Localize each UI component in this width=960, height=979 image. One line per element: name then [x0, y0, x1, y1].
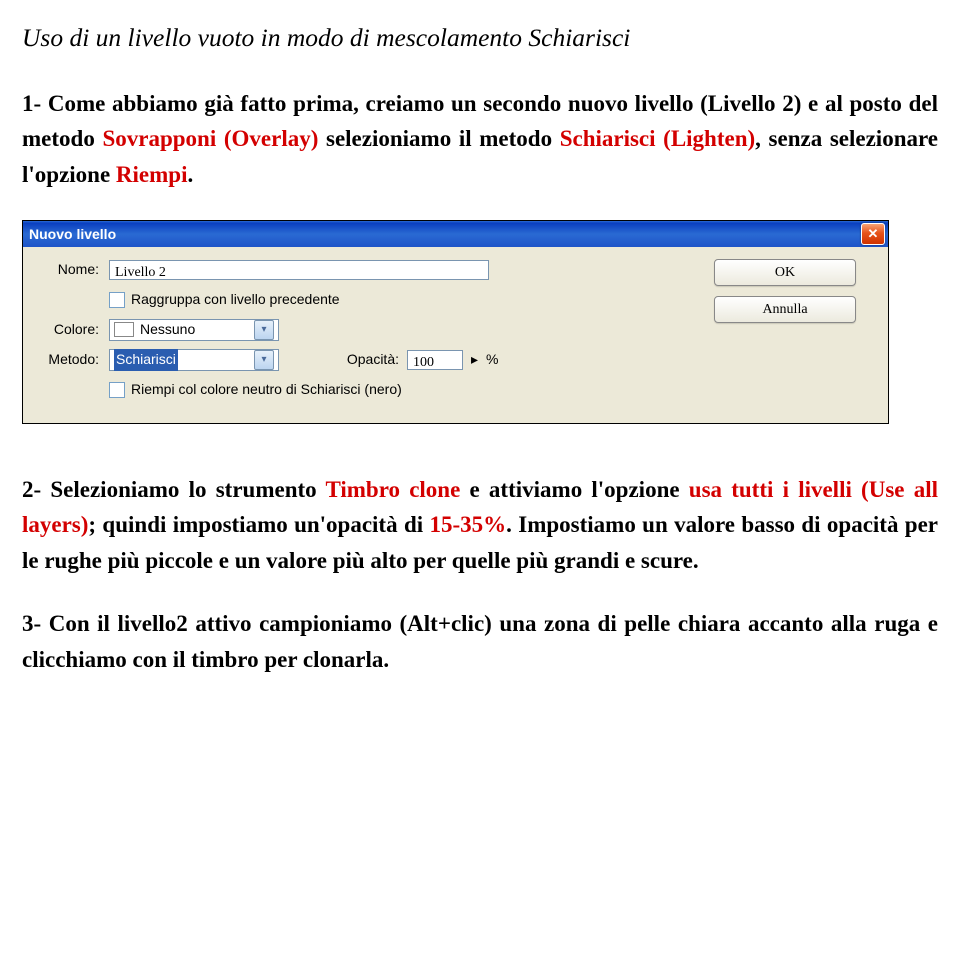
name-label: Nome: — [37, 259, 109, 281]
color-dropdown[interactable]: Nessuno ▾ — [109, 319, 279, 341]
group-label: Raggruppa con livello precedente — [131, 289, 340, 311]
p1-t6: Riempi — [116, 162, 188, 187]
p2-t6: 15-35% — [429, 512, 506, 537]
close-button[interactable]: ✕ — [861, 223, 885, 245]
chevron-down-icon: ▾ — [254, 320, 274, 340]
opacity-unit: % — [486, 349, 498, 371]
p1-t3: selezioniamo il metodo — [318, 126, 559, 151]
fill-checkbox[interactable] — [109, 382, 125, 398]
fill-label: Riempi col colore neutro di Schiarisci (… — [131, 379, 402, 401]
p1-t4: Schiarisci (Lighten) — [560, 126, 755, 151]
mode-label: Metodo: — [37, 349, 109, 371]
p1-t7: . — [187, 162, 193, 187]
p2-t2: Timbro clone — [325, 477, 460, 502]
dialog-titlebar[interactable]: Nuovo livello ✕ — [23, 221, 888, 247]
p2-t3: e attiviamo l'opzione — [460, 477, 688, 502]
color-label: Colore: — [37, 319, 109, 341]
page-title: Uso di un livello vuoto in modo di mesco… — [22, 18, 938, 58]
p2-t5: ; quindi impostiamo un'opacità di — [88, 512, 429, 537]
paragraph-3: 3- Con il livello2 attivo campioniamo (A… — [22, 606, 938, 677]
color-swatch — [114, 322, 134, 337]
p1-t2: Sovrapponi (Overlay) — [102, 126, 318, 151]
group-checkbox[interactable] — [109, 292, 125, 308]
new-layer-dialog: Nuovo livello ✕ Nome: Livello 2 Raggrupp… — [22, 220, 889, 423]
chevron-down-icon: ▾ — [254, 350, 274, 370]
ok-button[interactable]: OK — [714, 259, 856, 286]
name-input[interactable]: Livello 2 — [109, 260, 489, 280]
paragraph-2: 2- Selezioniamo lo strumento Timbro clon… — [22, 472, 938, 579]
dialog-title: Nuovo livello — [29, 224, 116, 246]
p2-t1: 2- Selezioniamo lo strumento — [22, 477, 325, 502]
paragraph-1: 1- Come abbiamo già fatto prima, creiamo… — [22, 86, 938, 193]
opacity-label: Opacità: — [279, 349, 407, 371]
close-icon: ✕ — [868, 224, 879, 244]
color-value: Nessuno — [140, 319, 195, 341]
mode-dropdown[interactable]: Schiarisci ▾ — [109, 349, 279, 371]
opacity-input[interactable]: 100 — [407, 350, 463, 370]
cancel-button[interactable]: Annulla — [714, 296, 856, 323]
mode-value: Schiarisci — [114, 349, 178, 371]
